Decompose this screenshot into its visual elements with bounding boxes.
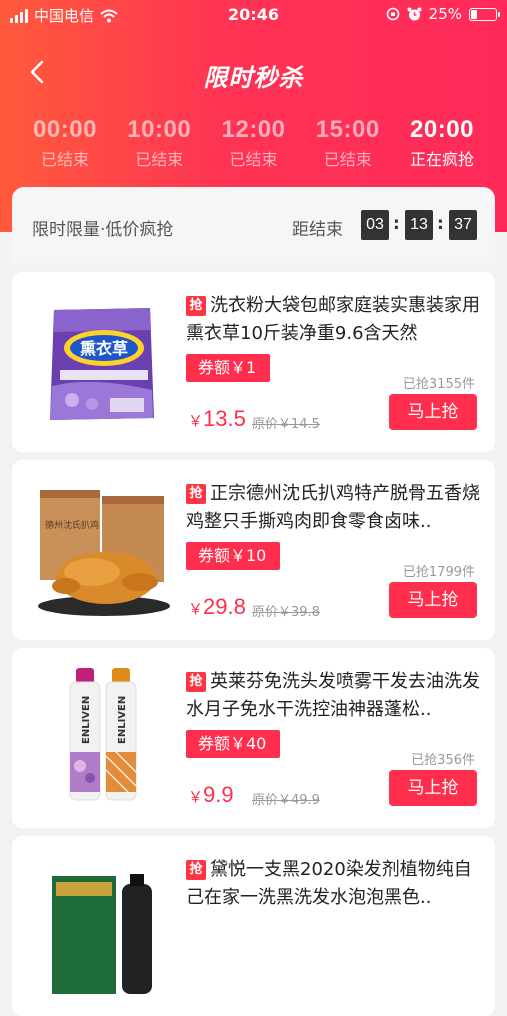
buy-now-button[interactable]: 马上抢 — [389, 582, 477, 618]
product-card[interactable]: 抢黛悦一支黑2020染发剂植物纯自己在家一洗黑洗发水泡泡黑色.. — [12, 836, 495, 1016]
product-title: 抢正宗德州沈氏扒鸡特产脱骨五香烧鸡整只手撕鸡肉即食零食卤味.. — [186, 480, 482, 536]
countdown-seconds: 37 — [449, 210, 477, 240]
time-slot-2000[interactable]: 20:00 正在疯抢 — [395, 116, 489, 170]
slot-status: 正在疯抢 — [409, 150, 474, 169]
slot-status: 已结束 — [323, 150, 372, 169]
slot-status: 已结束 — [135, 150, 184, 169]
status-bar: 中国电信 20:46 25% — [0, 0, 507, 30]
chicken-brand-text: 德州沈氏扒鸡 — [45, 519, 99, 531]
time-slot-1000[interactable]: 10:00 已结束 — [112, 116, 206, 170]
time-slot-0000[interactable]: 00:00 已结束 — [18, 116, 112, 170]
coupon-badge: 券额￥10 — [186, 542, 287, 570]
flash-tag: 抢 — [186, 672, 206, 692]
product-image-chicken: 德州沈氏扒鸡 — [38, 490, 170, 616]
time-slot-1500[interactable]: 15:00 已结束 — [301, 116, 395, 170]
original-price: 原价￥49.9 — [252, 793, 320, 808]
countdown-hours: 03 — [361, 210, 389, 240]
product-card[interactable]: ENLIVEN ENLIVEN 抢英莱芬免洗头发喷雾干发去油洗发水月子免水干洗控… — [12, 648, 495, 828]
slot-time: 15:00 — [315, 116, 380, 143]
product-card[interactable]: 熏衣草 抢洗衣粉大袋包邮家庭装实惠装家用熏衣草10斤装净重9.6含天然 券额￥1… — [12, 272, 495, 452]
currency-symbol: ￥ — [188, 413, 204, 430]
price-value: 13.5 — [203, 406, 246, 431]
time-slot-tabs: 00:00 已结束 10:00 已结束 12:00 已结束 15:00 已结束 … — [18, 116, 489, 170]
product-title: 抢黛悦一支黑2020染发剂植物纯自己在家一洗黑洗发水泡泡黑色.. — [186, 856, 482, 912]
sale-price: ￥9.9 — [188, 782, 234, 808]
slot-time: 00:00 — [33, 116, 97, 143]
sale-price: ￥29.8 — [188, 594, 246, 620]
slot-time: 20:00 — [410, 116, 474, 143]
price-value: 29.8 — [203, 594, 246, 619]
product-title: 抢英莱芬免洗头发喷雾干发去油洗发水月子免水干洗控油神器蓬松.. — [186, 668, 482, 724]
coupon-badge: 券额￥40 — [186, 730, 287, 758]
battery-icon — [469, 7, 500, 21]
product-title: 抢洗衣粉大袋包邮家庭装实惠装家用熏衣草10斤装净重9.6含天然 — [186, 292, 482, 348]
enliven-text: ENLIVEN — [81, 696, 92, 744]
countdown-separator: : — [393, 214, 400, 234]
countdown-minutes: 13 — [405, 210, 433, 240]
coupon-badge: 券额￥1 — [186, 354, 277, 382]
flash-tag: 抢 — [186, 296, 206, 316]
sold-count: 已抢1799件 — [402, 565, 475, 580]
slot-status: 已结束 — [229, 150, 278, 169]
end-label: 距结束 — [292, 220, 343, 240]
brand-text: 熏衣草 — [80, 339, 128, 358]
currency-symbol: ￥ — [188, 789, 204, 806]
product-image-detergent: 熏衣草 — [50, 308, 154, 420]
countdown-separator: : — [437, 214, 444, 234]
original-price: 原价￥39.8 — [252, 605, 320, 620]
rotation-lock-icon — [386, 7, 399, 21]
original-price: 原价￥14.5 — [252, 417, 320, 432]
product-image-hair-dye — [52, 874, 152, 994]
battery-percent: 25% — [428, 5, 462, 23]
page-title: 限时秒杀 — [203, 64, 304, 92]
currency-symbol: ￥ — [188, 601, 204, 618]
product-image-dry-shampoo: ENLIVEN ENLIVEN — [69, 668, 137, 801]
sold-count: 已抢356件 — [411, 753, 475, 768]
buy-now-button[interactable]: 马上抢 — [389, 394, 477, 430]
product-title-text: 黛悦一支黑2020染发剂植物纯自己在家一洗黑洗发水泡泡黑色.. — [186, 859, 472, 908]
product-title-text: 正宗德州沈氏扒鸡特产脱骨五香烧鸡整只手撕鸡肉即食零食卤味.. — [186, 483, 480, 532]
flash-tag: 抢 — [186, 484, 206, 504]
slot-status: 已结束 — [40, 150, 89, 169]
flash-tag: 抢 — [186, 860, 206, 880]
promo-label: 限时限量·低价疯抢 — [32, 220, 174, 240]
slot-time: 10:00 — [127, 116, 192, 143]
time-slot-1200[interactable]: 12:00 已结束 — [207, 116, 301, 170]
slot-time: 12:00 — [221, 116, 286, 143]
product-title-text: 洗衣粉大袋包邮家庭装实惠装家用熏衣草10斤装净重9.6含天然 — [186, 295, 480, 344]
countdown-bar: 限时限量·低价疯抢 距结束 03 : 13 : 37 — [12, 187, 495, 263]
alarm-icon — [407, 7, 422, 20]
sale-price: ￥13.5 — [188, 406, 246, 432]
sold-count: 已抢3155件 — [402, 377, 475, 392]
price-value: 9.9 — [203, 782, 234, 807]
product-title-text: 英莱芬免洗头发喷雾干发去油洗发水月子免水干洗控油神器蓬松.. — [186, 671, 480, 720]
enliven-text: ENLIVEN — [117, 696, 128, 744]
product-card[interactable]: 德州沈氏扒鸡 抢正宗德州沈氏扒鸡特产脱骨五香烧鸡整只手撕鸡肉即食零食卤味.. 券… — [12, 460, 495, 640]
buy-now-button[interactable]: 马上抢 — [389, 770, 477, 806]
